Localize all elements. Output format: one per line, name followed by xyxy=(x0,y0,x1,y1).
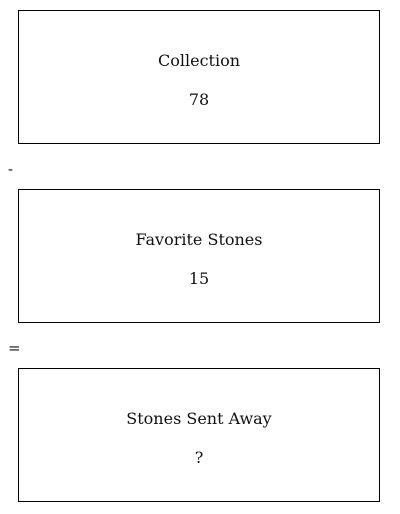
minus-operator: - xyxy=(8,160,14,178)
collection-value: 78 xyxy=(188,90,210,109)
favorite-stones-value: 15 xyxy=(188,269,210,288)
equals-operator: = xyxy=(8,339,21,357)
stones-sent-away-box: Stones Sent Away ? xyxy=(18,368,380,502)
favorite-stones-label: Favorite Stones xyxy=(135,230,263,249)
stones-sent-away-value: ? xyxy=(194,448,204,467)
favorite-stones-box: Favorite Stones 15 xyxy=(18,189,380,323)
stones-sent-away-label: Stones Sent Away xyxy=(126,409,272,428)
collection-label: Collection xyxy=(157,51,241,70)
collection-box: Collection 78 xyxy=(18,10,380,144)
